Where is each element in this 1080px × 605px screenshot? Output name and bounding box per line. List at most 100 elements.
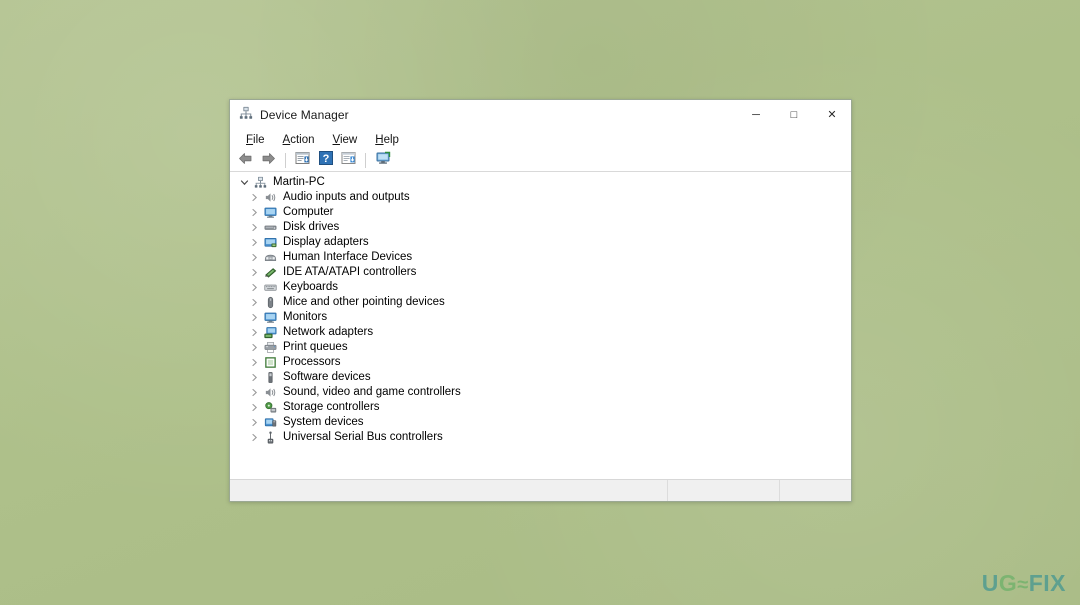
tree-row-storage-controllers[interactable]: Storage controllers	[230, 400, 851, 415]
menu-action[interactable]: Action	[275, 132, 323, 149]
chevron-right-icon[interactable]	[246, 388, 262, 397]
tree-row-disk-drives[interactable]: Disk drives	[230, 220, 851, 235]
toolbar: ?	[230, 150, 851, 172]
chevron-right-icon[interactable]	[246, 238, 262, 247]
mouse-icon	[262, 295, 279, 310]
chevron-right-icon[interactable]	[246, 328, 262, 337]
help-button[interactable]: ?	[315, 151, 336, 170]
menu-view-rest: iew	[339, 133, 358, 146]
title-bar[interactable]: Device Manager ─ □ ✕	[230, 100, 851, 130]
properties-button[interactable]	[292, 151, 313, 170]
watermark-u: U	[981, 570, 999, 596]
chevron-right-icon[interactable]	[246, 403, 262, 412]
tree-item-label: Human Interface Devices	[283, 251, 413, 263]
hid-icon	[262, 250, 279, 265]
tree-root-label: Martin-PC	[273, 176, 325, 188]
menu-file-accel: F	[246, 133, 254, 146]
close-icon: ✕	[827, 108, 837, 121]
tree-item-label: Network adapters	[283, 326, 374, 338]
tree-row-software-devices[interactable]: Software devices	[230, 370, 851, 385]
menu-view[interactable]: View	[325, 132, 366, 149]
tree-item-label: Display adapters	[283, 236, 369, 248]
storage-controller-icon	[262, 400, 279, 415]
tree-item-label: IDE ATA/ATAPI controllers	[283, 266, 417, 278]
tree-row-keyboards[interactable]: Keyboards	[230, 280, 851, 295]
tree-item-label: Audio inputs and outputs	[283, 191, 410, 203]
software-device-icon	[262, 370, 279, 385]
menu-file-rest: ile	[253, 133, 265, 146]
help-question-icon: ?	[318, 151, 333, 170]
tree-item-label: Print queues	[283, 341, 348, 353]
tree-row-ide-ata-atapi-controllers[interactable]: IDE ATA/ATAPI controllers	[230, 265, 851, 280]
tree-row-audio-inputs-and-outputs[interactable]: Audio inputs and outputs	[230, 190, 851, 205]
status-pane-1	[230, 480, 668, 501]
menu-help-rest: elp	[383, 133, 399, 146]
scan-hardware-changes-button[interactable]	[372, 151, 393, 170]
tree-row-display-adapters[interactable]: Display adapters	[230, 235, 851, 250]
chevron-down-icon[interactable]	[236, 178, 252, 187]
forward-button[interactable]	[258, 151, 279, 170]
chevron-right-icon[interactable]	[246, 283, 262, 292]
tree-row-computer[interactable]: Computer	[230, 205, 851, 220]
chevron-right-icon[interactable]	[246, 223, 262, 232]
tree-row-human-interface-devices[interactable]: Human Interface Devices	[230, 250, 851, 265]
tree-row-print-queues[interactable]: Print queues	[230, 340, 851, 355]
minimize-button[interactable]: ─	[737, 100, 775, 130]
scan-hardware-icon	[375, 151, 391, 170]
tree-row-sound-video-and-game-controllers[interactable]: Sound, video and game controllers	[230, 385, 851, 400]
tree-row-universal-serial-bus-controllers[interactable]: Universal Serial Bus controllers	[230, 430, 851, 445]
menu-file[interactable]: File	[238, 132, 273, 149]
back-button[interactable]	[235, 151, 256, 170]
toolbar-separator-1	[285, 153, 286, 168]
menu-bar: File Action View Help	[230, 130, 851, 150]
watermark-g: G	[998, 570, 1018, 596]
tree-row-network-adapters[interactable]: Network adapters	[230, 325, 851, 340]
forward-arrow-icon	[261, 152, 276, 170]
device-manager-icon	[239, 106, 253, 125]
device-tree[interactable]: Martin-PC Audio inputs and outputs Compu…	[230, 172, 851, 479]
tree-row-root[interactable]: Martin-PC	[230, 175, 851, 190]
chevron-right-icon[interactable]	[246, 358, 262, 367]
chevron-right-icon[interactable]	[246, 193, 262, 202]
update-driver-icon	[341, 151, 356, 170]
keyboard-icon	[262, 280, 279, 295]
status-pane-2	[668, 480, 780, 501]
chevron-right-icon[interactable]	[246, 373, 262, 382]
usb-icon	[262, 430, 279, 445]
tree-row-monitors[interactable]: Monitors	[230, 310, 851, 325]
chevron-right-icon[interactable]	[246, 208, 262, 217]
chevron-right-icon[interactable]	[246, 268, 262, 277]
tree-item-label: Sound, video and game controllers	[283, 386, 461, 398]
computer-node-icon	[252, 175, 269, 190]
chevron-right-icon[interactable]	[246, 253, 262, 262]
system-device-icon	[262, 415, 279, 430]
monitor-icon	[262, 310, 279, 325]
title-bar-left: Device Manager	[230, 106, 349, 125]
tree-item-label: Processors	[283, 356, 341, 368]
minimize-icon: ─	[752, 108, 760, 121]
printer-icon	[262, 340, 279, 355]
svg-text:?: ?	[322, 153, 329, 165]
chevron-right-icon[interactable]	[246, 298, 262, 307]
display-adapter-icon	[262, 235, 279, 250]
tree-row-system-devices[interactable]: System devices	[230, 415, 851, 430]
chevron-right-icon[interactable]	[246, 433, 262, 442]
tree-item-label: System devices	[283, 416, 364, 428]
tree-row-processors[interactable]: Processors	[230, 355, 851, 370]
speaker-icon	[262, 385, 279, 400]
menu-view-accel: V	[332, 133, 340, 146]
close-button[interactable]: ✕	[813, 100, 851, 130]
tree-item-label: Software devices	[283, 371, 371, 383]
back-arrow-icon	[238, 152, 253, 170]
maximize-button[interactable]: □	[775, 100, 813, 130]
menu-help-accel: H	[375, 133, 384, 146]
update-driver-button[interactable]	[338, 151, 359, 170]
chevron-right-icon[interactable]	[246, 343, 262, 352]
tree-item-label: Disk drives	[283, 221, 340, 233]
caption-button-group: ─ □ ✕	[737, 100, 851, 130]
chevron-right-icon[interactable]	[246, 418, 262, 427]
menu-help[interactable]: Help	[367, 132, 407, 149]
tree-item-label: Keyboards	[283, 281, 338, 293]
chevron-right-icon[interactable]	[246, 313, 262, 322]
tree-row-mice-and-other-pointing-devices[interactable]: Mice and other pointing devices	[230, 295, 851, 310]
